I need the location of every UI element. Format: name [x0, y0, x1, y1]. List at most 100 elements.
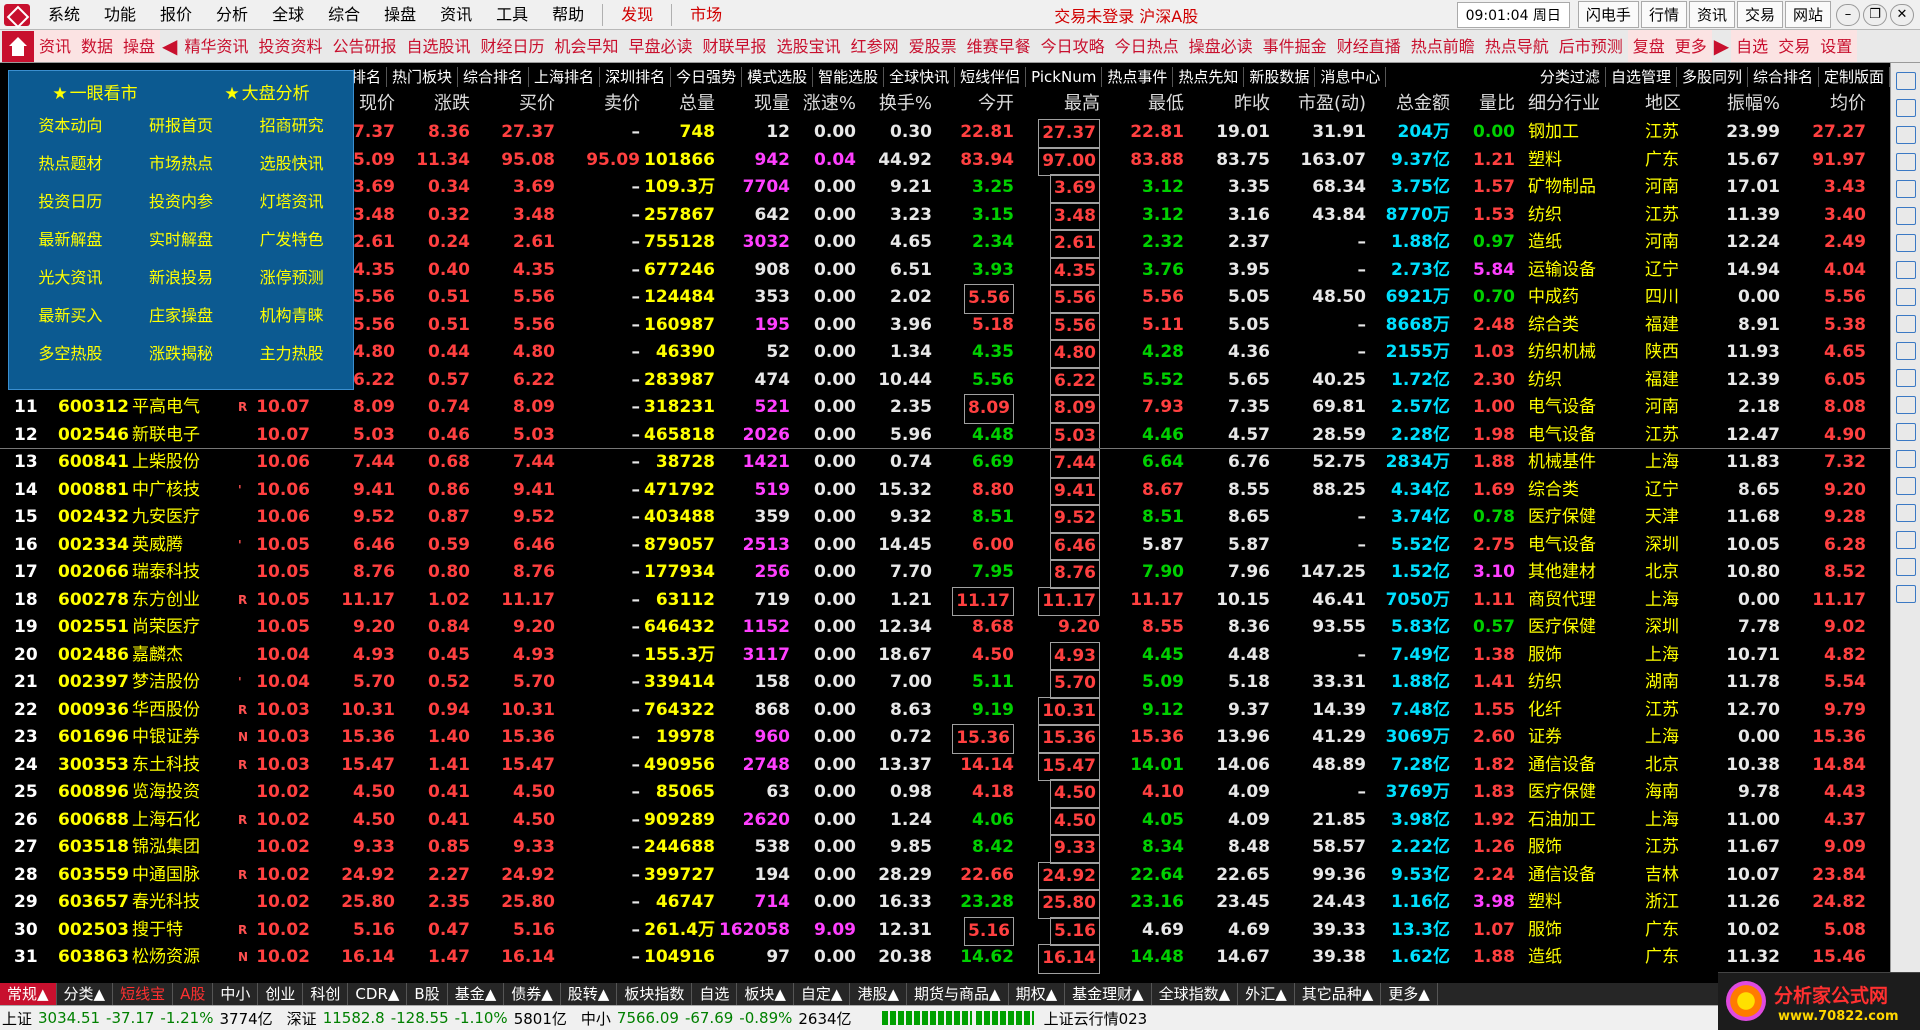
- column-header[interactable]: 现价: [359, 91, 395, 117]
- market-tab[interactable]: 科创: [303, 983, 349, 1005]
- toolbar-data[interactable]: 数据: [76, 30, 119, 62]
- table-row[interactable]: 15 002432 九安医疗 10.06 9.52 0.87 9.52–403488 359 0…: [0, 504, 1890, 534]
- toolbar-item[interactable]: 财经日历: [476, 30, 550, 62]
- column-tab[interactable]: 热点先知: [1173, 67, 1245, 87]
- toolbar-item[interactable]: 热点前瞻: [1406, 30, 1480, 62]
- toolbar-news[interactable]: 资讯: [34, 30, 77, 62]
- toolbar-item[interactable]: 投资资料: [253, 30, 327, 62]
- minute-icon[interactable]: [1896, 396, 1916, 414]
- table-row[interactable]: 27 603518 锦泓集团 10.02 9.33 0.85 9.33 –244688 538 0…: [0, 834, 1890, 864]
- table-row[interactable]: 26 600688 上海石化 R 10.02 4.50 0.41 4.50 –909289 262…: [0, 806, 1890, 836]
- table-row[interactable]: 18 600278 东方创业 R 10.05 11.17 1.02 11.17 –63112 71…: [0, 586, 1890, 616]
- column-tab[interactable]: 全球快讯: [884, 67, 956, 87]
- toolbar-item[interactable]: 今日攻略: [1036, 30, 1110, 62]
- export-icon[interactable]: [1896, 531, 1916, 549]
- candle-icon[interactable]: [1896, 234, 1916, 252]
- news-icon[interactable]: [1896, 369, 1916, 387]
- fund-icon[interactable]: [1896, 288, 1916, 306]
- column-header[interactable]: 现量: [754, 91, 790, 117]
- float-menu-item[interactable]: 选股快讯: [236, 145, 347, 183]
- toolbar-item[interactable]: 红参网: [846, 30, 904, 62]
- toolbar-item[interactable]: 热点导航: [1480, 30, 1554, 62]
- market-tab[interactable]: B股: [407, 983, 448, 1005]
- float-menu-item[interactable]: 资本动向: [15, 107, 126, 145]
- menu-tools[interactable]: 工具: [484, 0, 540, 30]
- toolbar-item[interactable]: 操盘必读: [1184, 30, 1258, 62]
- market-tab[interactable]: 自定▲: [794, 983, 851, 1005]
- column-tab[interactable]: 智能选股: [813, 67, 885, 87]
- table-row[interactable]: 24 300353 东土科技 R 10.03 15.47 1.41 15.47 –490956 2…: [0, 751, 1890, 781]
- toolbar-item[interactable]: 复盘: [1627, 30, 1670, 62]
- market-tab[interactable]: 中小: [213, 983, 259, 1005]
- column-header[interactable]: 买价: [519, 91, 555, 117]
- toolbar-trade[interactable]: 交易: [1773, 30, 1816, 62]
- table-row[interactable]: 28 603559 中通国脉 R 10.02 24.92 2.27 24.92 –399727 1…: [0, 861, 1890, 891]
- float-menu-item[interactable]: 主力热股: [236, 335, 347, 373]
- info-icon[interactable]: [1896, 315, 1916, 333]
- grid-icon[interactable]: [1896, 180, 1916, 198]
- column-tab[interactable]: 热点事件: [1102, 67, 1174, 87]
- table-row[interactable]: 11 600312 平高电气 R 10.07 8.09 0.74 8.09 –318231 521…: [0, 394, 1890, 424]
- column-tab[interactable]: 综合排名: [1748, 67, 1819, 87]
- float-menu-item[interactable]: 光大资讯: [15, 259, 126, 297]
- f10-icon[interactable]: [1896, 261, 1916, 279]
- column-header[interactable]: 卖价: [604, 91, 640, 117]
- quote-button[interactable]: 行情: [1640, 1, 1687, 28]
- float-menu-item[interactable]: 灯塔资讯: [236, 183, 347, 221]
- column-header[interactable]: 地区: [1645, 91, 1681, 117]
- column-header[interactable]: 振幅%: [1727, 91, 1780, 117]
- column-tab[interactable]: 综合排名: [458, 67, 530, 87]
- sh-index-value[interactable]: 3034.51: [38, 1009, 100, 1027]
- toolbar-item[interactable]: 机会早知: [550, 30, 624, 62]
- float-menu-item[interactable]: 最新解盘: [15, 221, 126, 259]
- market-tab[interactable]: 基金▲: [448, 983, 505, 1005]
- column-tab[interactable]: 今日强势: [671, 67, 743, 87]
- column-tab[interactable]: 分类过滤: [1535, 67, 1606, 87]
- float-menu-item[interactable]: 研报首页: [126, 107, 237, 145]
- sz-index-value[interactable]: 11582.8: [323, 1009, 385, 1027]
- menu-market[interactable]: 市场: [678, 0, 734, 30]
- column-tab[interactable]: 上海排名: [529, 67, 601, 87]
- column-header[interactable]: 换手%: [879, 91, 932, 117]
- zoom-icon[interactable]: [1896, 153, 1916, 171]
- float-menu-item[interactable]: 机构青睐: [236, 297, 347, 335]
- arrow-left-icon[interactable]: [1896, 99, 1916, 117]
- column-tab[interactable]: 自选管理: [1606, 67, 1677, 87]
- market-tab[interactable]: 港股▲: [850, 983, 908, 1005]
- column-tab[interactable]: 短线伴侣: [955, 67, 1027, 87]
- table-row[interactable]: 23 601696 中银证券 N 10.03 15.36 1.40 15.36 –19978 96…: [0, 724, 1890, 754]
- toolbar-watchlist[interactable]: 自选: [1731, 30, 1774, 62]
- float-menu-index-analysis[interactable]: 大盘分析: [224, 79, 310, 107]
- arrow-down-icon[interactable]: [1896, 126, 1916, 144]
- table-row[interactable]: 22 000936 华西股份 R 10.03 10.31 0.94 10.31 –764322 8…: [0, 696, 1890, 726]
- table-row[interactable]: 31 603863 松炀资源 N 10.02 16.14 1.47 16.14 –104916 9…: [0, 944, 1890, 974]
- float-menu-item[interactable]: 广发特色: [236, 221, 347, 259]
- toolbar-item[interactable]: 事件掘金: [1258, 30, 1332, 62]
- scroll-left-icon[interactable]: ◀: [160, 34, 179, 58]
- column-header[interactable]: 涨速%: [803, 91, 856, 117]
- toolbar-settings[interactable]: 设置: [1815, 30, 1858, 62]
- market-tab[interactable]: 分类▲: [57, 983, 114, 1005]
- market-tab[interactable]: 股转▲: [561, 983, 618, 1005]
- float-menu-market-glance[interactable]: 一眼看市: [52, 79, 138, 107]
- market-tab[interactable]: 全球指数▲: [1152, 983, 1239, 1005]
- market-tab[interactable]: 常规▲: [0, 983, 57, 1005]
- table-row[interactable]: 19 002551 尚荣医疗 10.05 9.20 0.84 9.20 –646432 1152…: [0, 614, 1890, 642]
- float-menu-item[interactable]: 招商研究: [236, 107, 347, 145]
- menu-composite[interactable]: 综合: [316, 0, 372, 30]
- home-icon[interactable]: [2, 30, 34, 62]
- market-tab[interactable]: 自选: [692, 983, 738, 1005]
- menu-system[interactable]: 系统: [36, 0, 92, 30]
- column-header[interactable]: 昨收: [1234, 91, 1270, 117]
- formula-icon[interactable]: [1896, 504, 1916, 522]
- table-row[interactable]: 30 002503 搜于特 R 10.02 5.16 0.47 5.16 –261.4万 1620…: [0, 916, 1890, 946]
- table-row[interactable]: 16 002334 英威腾 ' 10.05 6.46 0.59 6.46–879057 2513…: [0, 531, 1890, 561]
- table-row[interactable]: 14 000881 中广核技 ' 10.06 9.41 0.86 9.41 –471792 519…: [0, 476, 1890, 506]
- market-tab[interactable]: 债券▲: [504, 983, 561, 1005]
- table-row[interactable]: 29 603657 春光科技 10.02 25.80 2.35 25.80 –46747 714…: [0, 889, 1890, 919]
- market-tab[interactable]: 其它品种▲: [1295, 983, 1382, 1005]
- menu-function[interactable]: 功能: [92, 0, 148, 30]
- table-row[interactable]: 12 002546 新联电子 10.07 5.03 0.46 5.03 –465818 2026…: [0, 421, 1890, 451]
- column-header[interactable]: 最低: [1148, 91, 1184, 117]
- cloud-quote-status[interactable]: 上证云行情023: [1044, 1008, 1148, 1029]
